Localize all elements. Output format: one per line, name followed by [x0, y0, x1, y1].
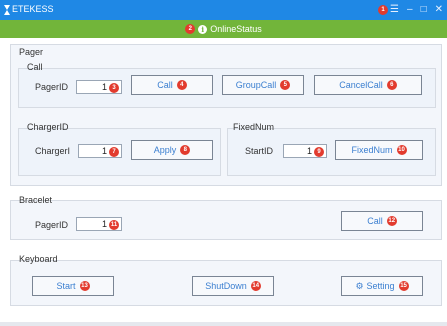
gear-icon: ⚙	[355, 280, 364, 291]
pager-id-input[interactable]: 1 3	[76, 80, 122, 94]
start-id-value: 1	[306, 146, 312, 156]
annotation-badge: 2	[185, 24, 196, 34]
call-button-label: Call	[157, 80, 173, 90]
menu-group: 1 ☰	[378, 2, 399, 18]
title-bar: ETEKESS 1 ☰ – □ ✕	[0, 0, 447, 20]
minimize-button[interactable]: –	[407, 2, 413, 18]
pager-group-title: Pager	[19, 47, 44, 57]
annotation-badge: 4	[176, 80, 187, 90]
cancel-call-button[interactable]: CancelCall 6	[314, 75, 422, 95]
annotation-badge: 14	[250, 281, 261, 291]
group-call-button[interactable]: GroupCall 5	[222, 75, 304, 95]
keyboard-group-title: Keyboard	[19, 254, 58, 264]
pager-id-label: PagerID	[35, 82, 69, 92]
fixed-num-button[interactable]: FixedNum 10	[335, 140, 423, 160]
annotation-badge: 5	[280, 80, 291, 90]
app-logo-icon	[4, 5, 10, 15]
close-button[interactable]: ✕	[435, 2, 443, 18]
apply-button-label: Apply	[153, 145, 177, 155]
call-button[interactable]: Call 4	[131, 75, 213, 95]
start-button[interactable]: Start 13	[32, 276, 114, 296]
online-status-text: OnlineStatus	[210, 24, 262, 34]
fixed-num-group-title: FixedNum	[233, 122, 275, 132]
bracelet-call-button[interactable]: Call 12	[341, 211, 423, 231]
window-controls: 1 ☰ – □ ✕	[378, 2, 443, 18]
main-content: Pager Call PagerID 1 3 Call 4 GroupCall …	[0, 38, 447, 326]
annotation-badge: 12	[386, 216, 397, 226]
start-id-label: StartID	[245, 146, 274, 156]
app-title: ETEKESS	[12, 4, 54, 14]
shutdown-button[interactable]: ShutDown 14	[192, 276, 274, 296]
maximize-button[interactable]: □	[421, 2, 427, 18]
annotation-badge: 1	[378, 5, 389, 15]
bracelet-pager-id-label: PagerID	[35, 220, 69, 230]
bracelet-pager-id-value: 1	[101, 219, 107, 229]
group-call-button-label: GroupCall	[235, 80, 277, 90]
call-group-title: Call	[27, 62, 43, 72]
annotation-badge: 13	[79, 281, 90, 291]
menu-icon[interactable]: ☰	[390, 2, 399, 18]
setting-button-label: Setting	[366, 281, 395, 291]
start-id-input[interactable]: 1 9	[283, 144, 327, 158]
annotation-badge: 9	[314, 147, 324, 157]
annotation-badge: 3	[109, 83, 119, 93]
bottom-divider	[0, 322, 447, 326]
annotation-badge: 8	[180, 145, 191, 155]
bracelet-call-button-label: Call	[367, 216, 383, 226]
bracelet-pager-id-input[interactable]: 1 11	[76, 217, 122, 231]
annotation-badge: 10	[396, 145, 407, 155]
info-icon: i	[198, 24, 208, 34]
charger-id-value: 1	[101, 146, 107, 156]
annotation-badge: 15	[398, 281, 409, 291]
apply-button[interactable]: Apply 8	[131, 140, 213, 160]
fixed-num-button-label: FixedNum	[351, 145, 393, 155]
charger-id-input[interactable]: 1 7	[78, 144, 122, 158]
annotation-badge: 6	[386, 80, 397, 90]
start-button-label: Start	[56, 281, 76, 291]
cancel-call-button-label: CancelCall	[339, 80, 383, 90]
bracelet-group-title: Bracelet	[19, 195, 53, 205]
status-bar: 2 i OnlineStatus	[0, 20, 447, 38]
charger-id-label: ChargerI	[35, 146, 71, 156]
charger-id-group-title: ChargerID	[27, 122, 69, 132]
annotation-badge: 7	[109, 147, 119, 157]
shutdown-button-label: ShutDown	[205, 281, 247, 291]
annotation-badge: 11	[109, 220, 119, 230]
pager-id-value: 1	[101, 82, 107, 92]
setting-button[interactable]: ⚙ Setting 15	[341, 276, 423, 296]
